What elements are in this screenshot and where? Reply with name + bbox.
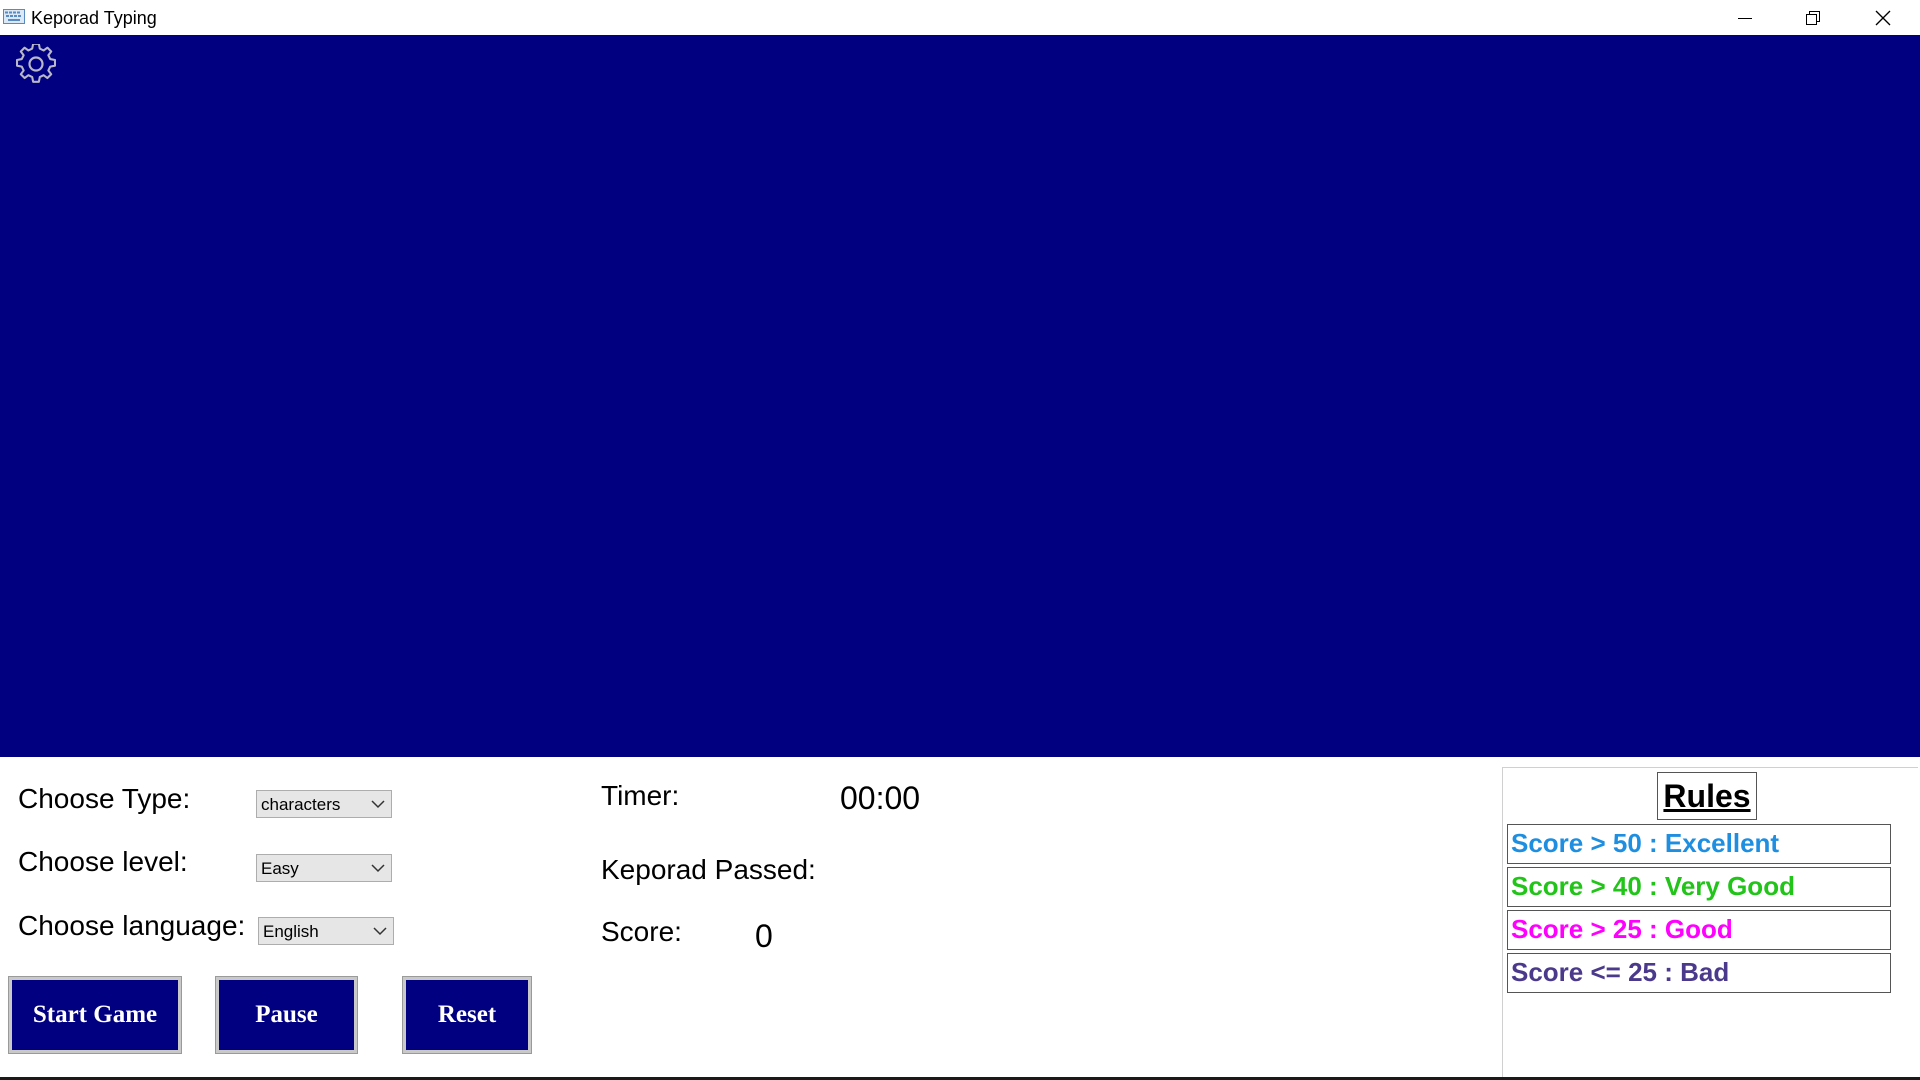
close-button[interactable] <box>1848 0 1918 35</box>
language-select-value: English <box>263 922 319 941</box>
level-select[interactable]: Easy <box>256 854 392 882</box>
restore-button[interactable] <box>1778 0 1848 35</box>
score-label: Score: <box>601 916 682 947</box>
reset-button[interactable]: Reset <box>403 977 531 1053</box>
minimize-button[interactable] <box>1710 0 1780 35</box>
title-bar[interactable]: Keporad Typing <box>0 0 1920 36</box>
keporad-passed-label: Keporad Passed: <box>601 854 816 885</box>
chevron-down-icon <box>371 864 385 873</box>
start-game-button[interactable]: Start Game <box>9 977 181 1053</box>
level-select-value: Easy <box>261 859 299 878</box>
language-select[interactable]: English <box>258 917 394 945</box>
chevron-down-icon <box>371 800 385 809</box>
rule-bad: Score <= 25 : Bad <box>1507 953 1891 993</box>
rule-excellent: Score > 50 : Excellent <box>1507 824 1891 864</box>
app-window: Keporad Typing Choose Type: characters C… <box>0 0 1920 1080</box>
close-icon <box>1875 10 1891 25</box>
keyboard-icon <box>3 9 25 24</box>
rule-very-good: Score > 40 : Very Good <box>1507 867 1891 907</box>
timer-label: Timer: <box>601 780 680 811</box>
choose-language-label: Choose language: <box>18 910 246 941</box>
game-area[interactable] <box>0 35 1920 757</box>
rules-title: Rules <box>1657 772 1757 820</box>
window-title: Keporad Typing <box>31 8 157 28</box>
chevron-down-icon <box>373 927 387 936</box>
type-select[interactable]: characters <box>256 790 392 818</box>
rule-good: Score > 25 : Good <box>1507 910 1891 950</box>
type-select-value: characters <box>261 795 341 814</box>
gear-icon[interactable] <box>16 44 56 84</box>
choose-level-label: Choose level: <box>18 846 188 877</box>
restore-icon <box>1806 10 1820 25</box>
score-value: 0 <box>755 918 773 954</box>
choose-type-label: Choose Type: <box>18 783 191 814</box>
pause-button[interactable]: Pause <box>216 977 357 1053</box>
timer-value: 00:00 <box>840 780 921 816</box>
minimize-icon <box>1738 17 1752 19</box>
